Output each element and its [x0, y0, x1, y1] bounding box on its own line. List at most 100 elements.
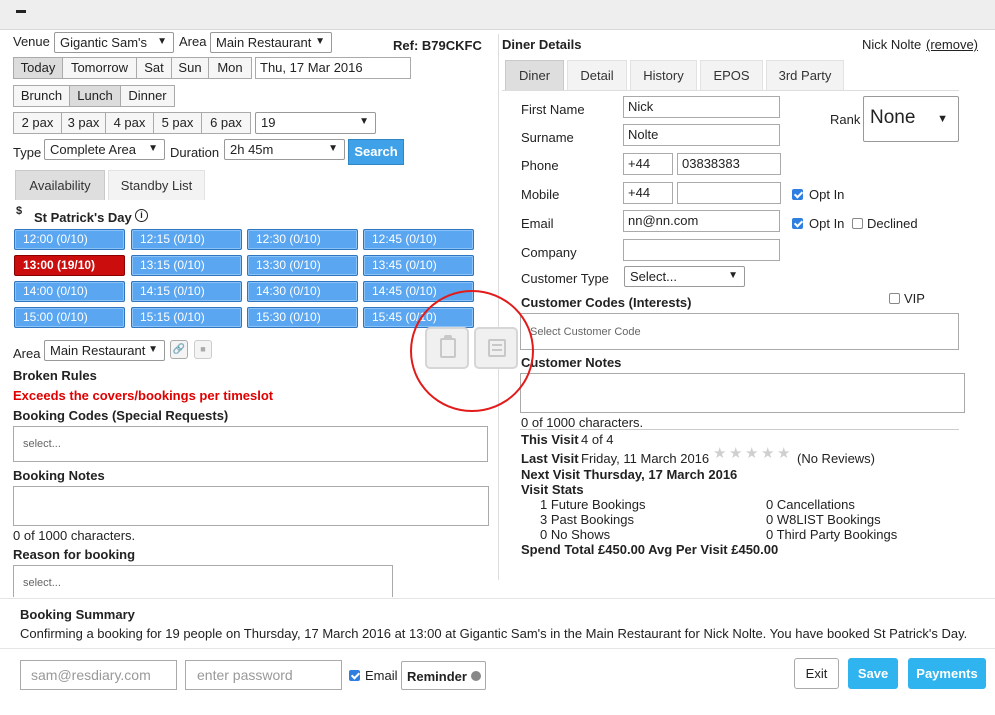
pax-count-select[interactable]: 19 ▼ — [255, 112, 376, 134]
pax-4-button[interactable]: 4 pax — [105, 112, 154, 134]
timeslot-button[interactable]: 14:00 (0/10) — [14, 281, 125, 302]
customer-type-select[interactable]: Select... ▼ — [624, 266, 745, 287]
declined-checkbox[interactable] — [852, 218, 863, 229]
tab-availability[interactable]: Availability — [15, 170, 105, 200]
day-sat-button[interactable]: Sat — [136, 57, 172, 79]
minimize-icon[interactable] — [16, 10, 26, 13]
lock-icon[interactable]: ■ — [194, 340, 212, 359]
vip-label: VIP — [904, 291, 925, 306]
reminder-toggle[interactable]: Reminder — [401, 661, 486, 690]
tab-standby-list[interactable]: Standby List — [108, 170, 205, 200]
timeslot-button[interactable]: 13:30 (0/10) — [247, 255, 358, 276]
date-input[interactable]: Thu, 17 Mar 2016 — [255, 57, 411, 79]
duration-value: 2h 45m — [230, 142, 274, 157]
duration-label: Duration — [170, 145, 220, 160]
timeslot-button[interactable]: 12:15 (0/10) — [131, 229, 242, 250]
email-input[interactable]: nn@nn.com — [623, 210, 780, 232]
area2-label: Area — [13, 346, 41, 361]
search-button[interactable]: Search — [348, 139, 404, 165]
payments-button[interactable]: Payments — [908, 658, 986, 689]
window-topbar — [0, 0, 995, 30]
timeslot-button[interactable]: 12:45 (0/10) — [363, 229, 474, 250]
pax-5-button[interactable]: 5 pax — [153, 112, 202, 134]
customer-type-label: Customer Type — [521, 271, 609, 286]
customer-notes-textarea[interactable] — [520, 373, 965, 413]
timeslot-button[interactable]: 15:15 (0/10) — [131, 307, 242, 328]
meal-dinner-button[interactable]: Dinner — [120, 85, 175, 107]
reason-input[interactable]: select... — [13, 565, 393, 597]
pax-3-button[interactable]: 3 pax — [61, 112, 106, 134]
reason-placeholder: select... — [23, 577, 61, 589]
visit-stats-heading: Visit Stats — [521, 482, 584, 497]
mobile-input[interactable] — [677, 182, 781, 204]
mobile-optin-label: Opt In — [809, 187, 845, 202]
stat-cancellations: 0 Cancellations — [766, 497, 855, 512]
rank-select[interactable]: None ▼ — [863, 96, 959, 142]
rank-value: None — [870, 107, 916, 128]
exit-button[interactable]: Exit — [794, 658, 839, 689]
area-select[interactable]: Main Restaurant ▼ — [210, 32, 332, 53]
customer-codes-heading: Customer Codes (Interests) — [521, 295, 692, 310]
type-select[interactable]: Complete Area ▼ — [44, 139, 165, 160]
rule-error-text: Exceeds the covers/bookings per timeslot — [13, 388, 274, 403]
phone-country-code-input[interactable]: +44 — [623, 153, 673, 175]
chevron-down-icon: ▼ — [148, 344, 158, 355]
customer-codes-input[interactable]: Select Customer Code — [520, 313, 959, 350]
chevron-down-icon: ▼ — [157, 36, 167, 47]
phone-input[interactable]: 03838383 — [677, 153, 781, 175]
this-visit-label: This Visit — [521, 432, 579, 447]
chevron-down-icon: ▼ — [148, 143, 158, 154]
tab-history[interactable]: History — [630, 60, 697, 90]
email-reminder-checkbox[interactable] — [349, 670, 360, 681]
timeslot-button[interactable]: 12:30 (0/10) — [247, 229, 358, 250]
info-icon[interactable]: i — [135, 209, 148, 222]
chevron-down-icon: ▼ — [328, 143, 338, 154]
tab-3rd-party[interactable]: 3rd Party — [766, 60, 844, 90]
save-button[interactable]: Save — [848, 658, 898, 689]
surname-input[interactable]: Nolte — [623, 124, 780, 146]
mobile-optin-checkbox[interactable] — [792, 189, 803, 200]
timeslot-button[interactable]: 14:15 (0/10) — [131, 281, 242, 302]
timeslot-grid: 12:00 (0/10) 12:15 (0/10) 12:30 (0/10) 1… — [13, 227, 491, 329]
tab-epos[interactable]: EPOS — [700, 60, 763, 90]
link-icon[interactable]: 🔗 — [170, 340, 188, 359]
booking-notes-textarea[interactable] — [13, 486, 489, 526]
vip-checkbox[interactable] — [889, 293, 900, 304]
day-sun-button[interactable]: Sun — [171, 57, 209, 79]
stat-w8list-bookings: 0 W8LIST Bookings — [766, 512, 881, 527]
timeslot-button-selected[interactable]: 13:00 (19/10) — [14, 255, 125, 276]
phone-label: Phone — [521, 158, 559, 173]
meal-brunch-button[interactable]: Brunch — [13, 85, 70, 107]
first-name-input[interactable]: Nick — [623, 96, 780, 118]
timeslot-button[interactable]: 13:15 (0/10) — [131, 255, 242, 276]
company-input[interactable] — [623, 239, 780, 261]
star-icon: ★ — [713, 445, 727, 462]
password-input[interactable]: enter password — [185, 660, 342, 690]
remove-diner-link[interactable]: (remove) — [926, 37, 978, 52]
venue-select[interactable]: Gigantic Sam's ▼ — [54, 32, 174, 53]
day-tomorrow-button[interactable]: Tomorrow — [62, 57, 137, 79]
declined-label: Declined — [867, 216, 918, 231]
booking-codes-input[interactable]: select... — [13, 426, 488, 462]
timeslot-button[interactable]: 12:00 (0/10) — [14, 229, 125, 250]
day-today-button[interactable]: Today — [13, 57, 63, 79]
timeslot-button[interactable]: 15:30 (0/10) — [247, 307, 358, 328]
area2-select[interactable]: Main Restaurant ▼ — [44, 340, 165, 361]
mobile-country-code-input[interactable]: +44 — [623, 182, 673, 204]
pax-2-button[interactable]: 2 pax — [13, 112, 62, 134]
username-input[interactable]: sam@resdiary.com — [20, 660, 177, 690]
booking-summary-text: Confirming a booking for 19 people on Th… — [20, 626, 968, 641]
last-visit-label: Last Visit — [521, 451, 579, 466]
timeslot-button[interactable]: 13:45 (0/10) — [363, 255, 474, 276]
day-mon-button[interactable]: Mon — [208, 57, 252, 79]
star-icon: ★ — [729, 445, 743, 462]
tab-diner[interactable]: Diner — [505, 60, 564, 90]
meal-lunch-button[interactable]: Lunch — [69, 85, 121, 107]
email-optin-checkbox[interactable] — [792, 218, 803, 229]
dollar-icon: $ — [16, 205, 23, 217]
tab-detail[interactable]: Detail — [567, 60, 627, 90]
timeslot-button[interactable]: 14:30 (0/10) — [247, 281, 358, 302]
timeslot-button[interactable]: 15:00 (0/10) — [14, 307, 125, 328]
pax-6-button[interactable]: 6 pax — [201, 112, 251, 134]
duration-select[interactable]: 2h 45m ▼ — [224, 139, 345, 160]
